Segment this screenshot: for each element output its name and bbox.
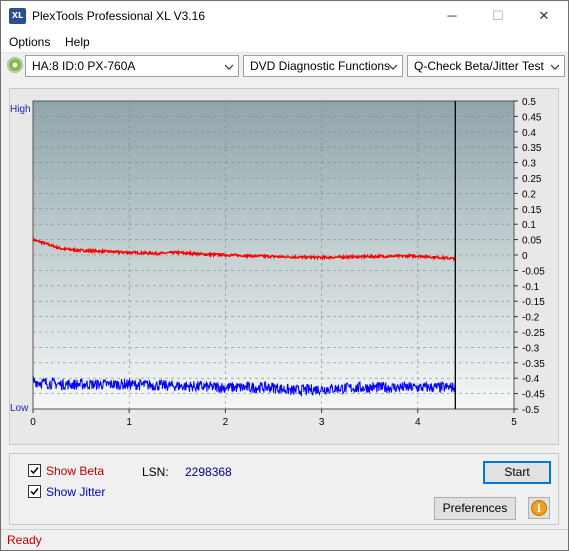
y-tick-label: -0.35 (522, 359, 545, 370)
drive-select[interactable]: HA:8 ID:0 PX-760A (25, 55, 239, 77)
x-tick-label: 5 (511, 417, 517, 428)
test-select[interactable]: Q-Check Beta/Jitter Test (407, 55, 565, 77)
checkmark-icon (30, 488, 39, 496)
show-jitter-label[interactable]: Show Jitter (46, 485, 105, 499)
x-tick-label: 0 (30, 417, 36, 428)
y-tick-label: -0.1 (522, 282, 540, 293)
maximize-button[interactable]: ☐ (475, 1, 521, 31)
y-tick-label: 0.45 (522, 112, 542, 123)
app-window: XL PlexTools Professional XL V3.16 ─ ☐ ✕… (0, 0, 569, 551)
chevron-down-icon (389, 64, 397, 70)
info-glyph: i (537, 502, 541, 515)
info-button[interactable]: i (528, 497, 550, 519)
y-tick-label: -0.4 (522, 374, 540, 385)
start-button[interactable]: Start (483, 461, 551, 484)
y-tick-label: 0.3 (522, 159, 536, 170)
show-beta-label[interactable]: Show Beta (46, 464, 104, 478)
chart-panel: 0.5 0.45 0.4 0.35 0.3 0.25 0.2 0.15 0.1 0.05 0 -0.0… (9, 88, 559, 445)
show-beta-checkbox[interactable] (28, 464, 41, 477)
chevron-down-icon (225, 64, 233, 70)
x-tick-label: 1 (126, 417, 132, 428)
y-tick-label: 0.15 (522, 205, 542, 216)
y-tick-label: -0.2 (522, 313, 540, 324)
y-tick-label: 0.35 (522, 143, 542, 154)
x-tick-label: 2 (223, 417, 229, 428)
minimize-button[interactable]: ─ (429, 1, 475, 31)
chevron-down-icon (551, 64, 559, 70)
lsn-label: LSN: (142, 465, 169, 479)
x-tick-label: 4 (415, 417, 421, 428)
preferences-button[interactable]: Preferences (434, 497, 516, 520)
y-tick-label: 0 (522, 251, 528, 262)
close-button[interactable]: ✕ (521, 1, 567, 31)
menu-help[interactable]: Help (65, 35, 90, 49)
menu-bar: Options Help (1, 31, 568, 53)
test-select-value: Q-Check Beta/Jitter Test (414, 59, 544, 73)
menu-options[interactable]: Options (9, 35, 50, 49)
y-tick-label: 0.4 (522, 128, 536, 139)
y-tick-label: 0.5 (522, 97, 536, 108)
app-icon: XL (9, 8, 26, 24)
status-text: Ready (7, 533, 42, 547)
y-tick-label: 0.1 (522, 220, 536, 231)
show-jitter-checkbox[interactable] (28, 485, 41, 498)
y-tick-label: -0.25 (522, 328, 545, 339)
controls-panel: Show Beta Show Jitter LSN: 2298368 Start… (9, 453, 559, 525)
lsn-value: 2298368 (185, 465, 232, 479)
drive-select-value: HA:8 ID:0 PX-760A (32, 59, 136, 73)
title-bar[interactable]: XL PlexTools Professional XL V3.16 ─ ☐ ✕ (1, 1, 568, 31)
y-tick-label: -0.3 (522, 343, 540, 354)
y-tick-label: -0.15 (522, 297, 545, 308)
x-tick-label: 3 (319, 417, 325, 428)
drive-status-icon (7, 57, 23, 73)
y-tick-label: 0.25 (522, 174, 542, 185)
y-tick-label: -0.05 (522, 266, 545, 277)
y-axis-low-label: Low (10, 403, 29, 414)
function-select[interactable]: DVD Diagnostic Functions (243, 55, 403, 77)
toolbar: HA:8 ID:0 PX-760A DVD Diagnostic Functio… (1, 53, 568, 80)
function-select-value: DVD Diagnostic Functions (250, 59, 391, 73)
y-axis-high-label: High (10, 104, 31, 115)
status-bar: Ready (1, 529, 568, 550)
y-tick-label: 0.05 (522, 236, 542, 247)
window-title: PlexTools Professional XL V3.16 (32, 9, 205, 23)
beta-jitter-chart: 0.5 0.45 0.4 0.35 0.3 0.25 0.2 0.15 0.1 0.05 0 -0.0… (10, 97, 545, 428)
checkmark-icon (30, 467, 39, 475)
y-tick-label: -0.45 (522, 390, 545, 401)
info-icon: i (531, 500, 547, 516)
y-tick-label: 0.2 (522, 189, 536, 200)
y-tick-label: -0.5 (522, 405, 540, 416)
